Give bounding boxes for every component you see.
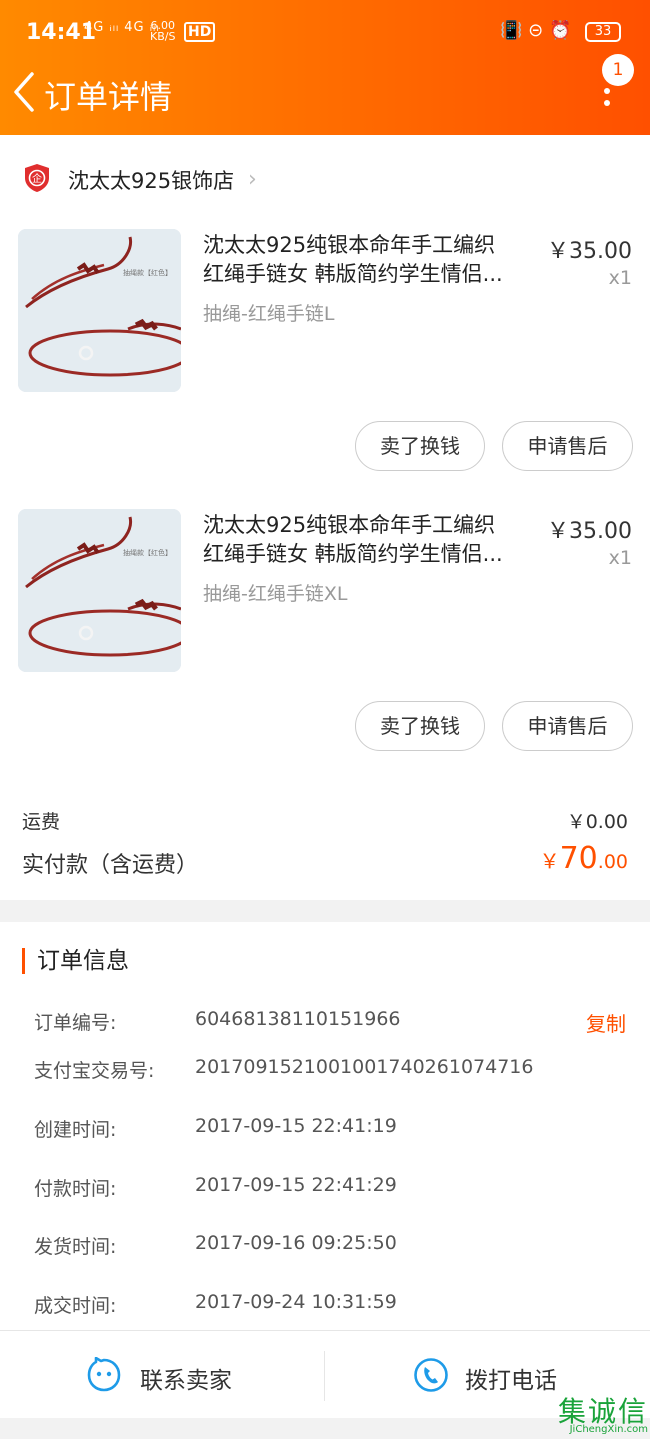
info-value: 2017-09-24 10:31:59 (195, 1291, 397, 1313)
back-button[interactable] (8, 70, 42, 114)
product-thumbnail[interactable]: 抽绳款【红色】 (18, 229, 181, 392)
network-indicator: 4G ᵢₗₗ 4G ᵢₗₗ (84, 20, 160, 35)
order-item: 抽绳款【红色】 沈太太925纯银本命年手工编织 红绳手链女 韩版简约学生情侣..… (0, 503, 650, 783)
product-thumbnail[interactable]: 抽绳款【红色】 (18, 509, 181, 672)
order-info-card: 订单信息 订单编号: 60468138110151966 复制 支付宝交易号: … (0, 922, 650, 1330)
info-row-completed: 成交时间: 2017-09-24 10:31:59 (34, 1291, 634, 1321)
info-value: 2017-09-15 22:41:29 (195, 1174, 397, 1196)
paid-label: 实付款（含运费） (22, 853, 199, 878)
hd-badge: HD (184, 22, 216, 42)
order-item: 抽绳款【红色】 沈太太925纯银本命年手工编织 红绳手链女 韩版简约学生情侣..… (0, 223, 650, 503)
shop-header[interactable]: 企 沈太太925银饰店 › (0, 135, 650, 223)
status-icons: 📳 ⊝ ⏰ (500, 20, 572, 41)
page-title: 订单详情 (44, 78, 173, 116)
watermark-url: JiChengXin.com (569, 1424, 648, 1435)
product-quantity: x1 (608, 267, 632, 289)
bracelet-image: 抽绳款【红色】 (18, 509, 181, 672)
notification-badge: 1 (602, 54, 634, 86)
contact-seller-button[interactable]: 联系卖家 (0, 1331, 324, 1419)
sell-button[interactable]: 卖了换钱 (355, 701, 485, 751)
product-title[interactable]: 沈太太925纯银本命年手工编织 红绳手链女 韩版简约学生情侣... (203, 231, 523, 289)
product-spec: 抽绳-红绳手链XL (203, 583, 348, 605)
info-value: 2017-09-15 22:41:19 (195, 1115, 397, 1137)
battery-indicator: 33 (585, 22, 621, 42)
order-info-title: 订单信息 (22, 948, 129, 974)
shop-name: 沈太太925银饰店 (68, 169, 235, 193)
paid-integer: 70 (559, 841, 598, 876)
app-header: 14:41 4G ᵢₗₗ 4G ᵢₗₗ 6.00 KB/S HD 📳 ⊝ ⏰ 3… (0, 0, 650, 135)
product-spec: 抽绳-红绳手链L (203, 303, 335, 325)
paid-decimal: .00 (597, 851, 628, 873)
after-sales-button[interactable]: 申请售后 (502, 701, 633, 751)
paid-currency: ￥ (539, 849, 560, 873)
info-key: 订单编号: (34, 1012, 117, 1034)
thumbnail-label: 抽绳款【红色】 (123, 548, 172, 557)
status-bar: 14:41 4G ᵢₗₗ 4G ᵢₗₗ 6.00 KB/S HD 📳 ⊝ ⏰ 3… (0, 0, 650, 66)
info-key: 创建时间: (34, 1119, 117, 1141)
order-items-card: 企 沈太太925银饰店 › 抽绳款【红色】 沈太太925纯银本命年手工编织 红绳… (0, 135, 650, 900)
product-title[interactable]: 沈太太925纯银本命年手工编织 红绳手链女 韩版简约学生情侣... (203, 511, 523, 569)
info-row-alipay-number: 支付宝交易号: 2017091521001001740261074716 (34, 1056, 634, 1086)
product-title-line2: 红绳手链女 韩版简约学生情侣... (203, 542, 503, 566)
info-row-paid: 付款时间: 2017-09-15 22:41:29 (34, 1174, 634, 1204)
product-title-line1: 沈太太925纯银本命年手工编织 (203, 233, 496, 257)
info-key: 成交时间: (34, 1295, 117, 1317)
thumbnail-label: 抽绳款【红色】 (123, 268, 172, 277)
bracelet-image: 抽绳款【红色】 (18, 229, 181, 392)
product-price: ￥35.00 (547, 519, 632, 544)
shipping-label: 运费 (22, 811, 61, 833)
chevron-right-icon: › (248, 167, 257, 192)
copy-button[interactable]: 复制 (586, 1008, 626, 1037)
contact-seller-label: 联系卖家 (140, 1368, 232, 1394)
info-key: 发货时间: (34, 1236, 117, 1258)
enterprise-badge-text: 企 (32, 172, 42, 185)
product-title-line1: 沈太太925纯银本命年手工编织 (203, 513, 496, 537)
after-sales-button[interactable]: 申请售后 (502, 421, 633, 471)
shipping-value: ￥0.00 (566, 811, 628, 833)
info-value: 60468138110151966 (195, 1008, 401, 1030)
info-row-shipped: 发货时间: 2017-09-16 09:25:50 (34, 1232, 634, 1262)
phone-icon (414, 1358, 448, 1392)
info-value: 2017091521001001740261074716 (195, 1056, 534, 1078)
info-key: 付款时间: (34, 1178, 117, 1200)
paid-amount: ￥70.00 (500, 841, 628, 876)
info-key: 支付宝交易号: (34, 1060, 155, 1082)
info-row-created: 创建时间: 2017-09-15 22:41:19 (34, 1115, 634, 1145)
chevron-left-icon (14, 72, 34, 112)
product-title-line2: 红绳手链女 韩版简约学生情侣... (203, 262, 503, 286)
product-quantity: x1 (608, 547, 632, 569)
sell-button[interactable]: 卖了换钱 (355, 421, 485, 471)
watermark: 集诚信 JiChengXin.com (528, 1390, 648, 1436)
enterprise-shield-icon: 企 (25, 164, 49, 192)
info-row-order-number: 订单编号: 60468138110151966 (34, 1008, 634, 1038)
network-speed: 6.00 KB/S (150, 20, 175, 42)
speed-unit: KB/S (150, 30, 176, 43)
chat-face-icon (87, 1357, 121, 1392)
product-price: ￥35.00 (547, 239, 632, 264)
info-value: 2017-09-16 09:25:50 (195, 1232, 397, 1254)
